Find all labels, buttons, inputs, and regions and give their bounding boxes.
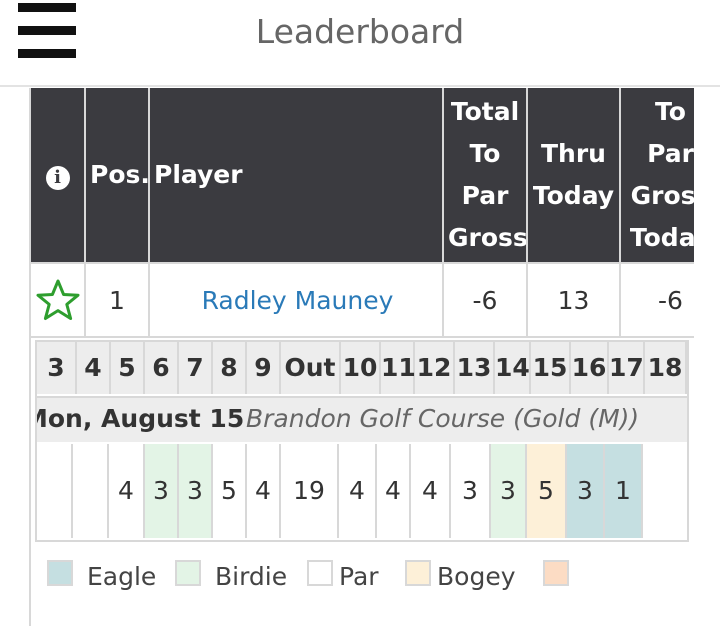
header-line: Gross	[630, 181, 694, 210]
score-cell: 4	[411, 444, 451, 538]
round-info-row: Mon, August 15 Brandon Golf Course (Gold…	[37, 396, 687, 442]
legend-swatch	[47, 560, 73, 586]
legend-swatch	[543, 560, 569, 586]
hole-number-3: 3	[37, 342, 77, 394]
to-par-today-cell: -6	[620, 262, 694, 338]
hole-number-14: 14	[495, 342, 531, 394]
top-bar: Leaderboard	[0, 0, 720, 87]
total-to-par-gross-header[interactable]: Total To Par Gross	[443, 88, 528, 263]
leaderboard-table: i Pos. Player Total To Par Gross Thru To…	[31, 88, 694, 338]
score-cell: 3	[145, 444, 179, 538]
header-line: To	[655, 97, 686, 126]
score-cell: 4	[339, 444, 377, 538]
pos-header[interactable]: Pos.	[85, 88, 150, 263]
score-cell: 5	[527, 444, 567, 538]
legend-label: Bogey	[437, 562, 516, 591]
hole-number-7: 7	[179, 342, 213, 394]
favorite-cell[interactable]	[31, 262, 86, 338]
hole-number-out: Out	[281, 342, 341, 394]
course-name: Brandon Golf Course (Gold (M))	[246, 404, 640, 433]
header-line: Gross	[448, 223, 527, 252]
thru-cell: 13	[527, 262, 621, 338]
info-icon[interactable]: i	[45, 166, 70, 190]
hole-number-5: 5	[111, 342, 145, 394]
score-cell: 3	[491, 444, 527, 538]
score-cell: 3	[567, 444, 605, 538]
legend-swatch	[405, 560, 431, 586]
hole-number-11: 11	[381, 342, 416, 394]
header-line: Total	[450, 97, 520, 126]
legend-swatch	[175, 560, 201, 586]
score-cell: 4	[377, 444, 411, 538]
score-cell: 4	[109, 444, 145, 538]
header-line: Today	[629, 223, 694, 252]
total-to-par-cell: -6	[443, 262, 528, 338]
score-cell: 3	[179, 444, 213, 538]
score-cell: 19	[281, 444, 339, 538]
star-outline-icon[interactable]	[35, 278, 81, 322]
table-row[interactable]: 1 Radley Mauney -6 13 -6	[31, 262, 694, 338]
header-line: Thru	[541, 139, 606, 168]
hole-number-17: 17	[609, 342, 645, 394]
score-cell	[73, 444, 109, 538]
table-header-row: i Pos. Player Total To Par Gross Thru To…	[31, 88, 694, 263]
thru-today-header[interactable]: Thru Today	[527, 88, 621, 263]
score-cell: 5	[213, 444, 247, 538]
hole-number-12: 12	[415, 342, 455, 394]
hole-number-9: 9	[247, 342, 281, 394]
scorecard-panel: 3 4 5 6 7 8 9 Out 10 11 12 13 14 15 16 17 18 Mon, August…	[35, 340, 689, 542]
score-row: 4 3 3 5 4 19 4 4 4 3 3 5 3 1	[37, 444, 687, 538]
score-cell: 4	[247, 444, 281, 538]
round-date: Mon, August 15	[35, 404, 245, 433]
player-header[interactable]: Player	[149, 88, 444, 263]
player-name-link[interactable]: Radley Mauney	[149, 262, 444, 338]
hole-number-4: 4	[77, 342, 111, 394]
legend-swatch	[307, 560, 333, 586]
page-title: Leaderboard	[255, 12, 465, 51]
legend-label: Eagle	[87, 562, 157, 591]
hole-number-row: 3 4 5 6 7 8 9 Out 10 11 12 13 14 15 16 17 18	[37, 342, 687, 394]
hole-number-10: 10	[341, 342, 381, 394]
hole-number-15: 15	[531, 342, 571, 394]
score-cell: 1	[605, 444, 643, 538]
header-line: Par	[461, 181, 509, 210]
header-line: Par	[647, 139, 694, 168]
hole-number-13: 13	[455, 342, 495, 394]
hole-number-18: 18	[645, 342, 687, 394]
hole-number-16: 16	[571, 342, 609, 394]
score-cell	[37, 444, 73, 538]
hole-number-6: 6	[145, 342, 179, 394]
legend-label: Par	[339, 562, 379, 591]
header-line: To	[469, 139, 501, 168]
to-par-gross-today-header[interactable]: To Par Gross Today	[620, 88, 694, 263]
hole-number-8: 8	[213, 342, 247, 394]
score-cell: 3	[451, 444, 491, 538]
header-line: Today	[532, 181, 615, 210]
pos-cell: 1	[85, 262, 150, 338]
legend-label: Birdie	[215, 562, 288, 591]
score-legend: Eagle Birdie Par Bogey	[47, 556, 687, 596]
leaderboard-content: i Pos. Player Total To Par Gross Thru To…	[29, 88, 694, 626]
info-header[interactable]: i	[31, 88, 86, 263]
